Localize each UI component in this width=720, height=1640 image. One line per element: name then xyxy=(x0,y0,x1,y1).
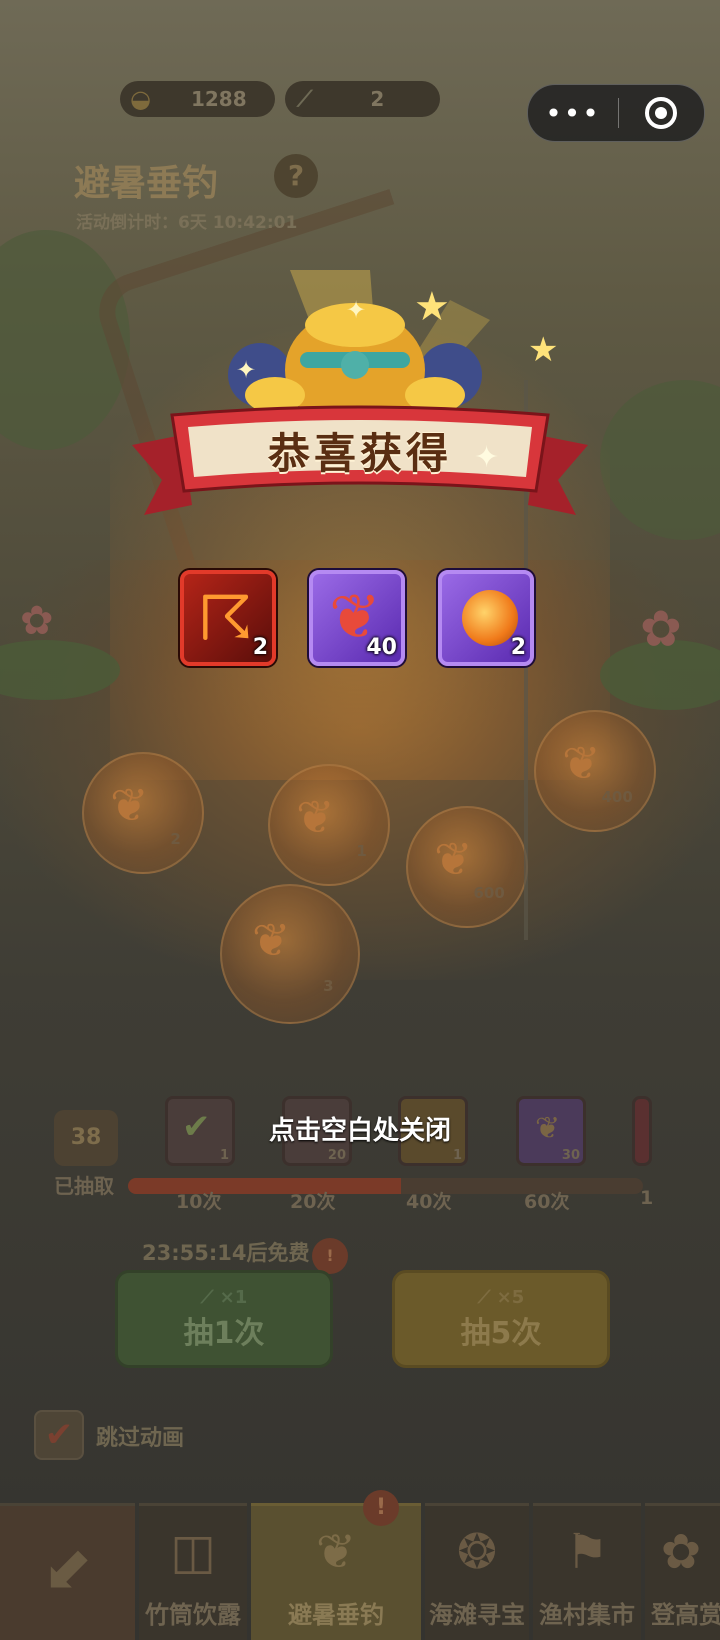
draw-one-button[interactable]: ⟋ ×1 抽1次 xyxy=(115,1270,333,1368)
milestone-label: 10次 xyxy=(176,1191,222,1213)
rod-amount: 2 xyxy=(370,87,385,111)
milestone-label: 60次 xyxy=(524,1191,570,1213)
skip-animation-label: 跳过动画 xyxy=(96,1426,185,1451)
help-button[interactable]: ? xyxy=(274,154,318,198)
reward-item-count: 2 xyxy=(510,635,526,660)
star-icon: ★ xyxy=(414,284,450,330)
lotus-flower-icon: ✿ xyxy=(640,600,682,658)
sparkle-icon: ✦ xyxy=(474,440,500,475)
close-miniprogram-button[interactable] xyxy=(619,96,703,130)
gold-ingot-icon: ◒ xyxy=(130,85,151,113)
fish-icon: ❦ xyxy=(561,735,601,790)
reward-count: 1 xyxy=(452,1148,462,1163)
reward-item[interactable]: ☈ 2 xyxy=(180,570,276,666)
tab-climb[interactable]: ✿ 登高赏 xyxy=(645,1503,720,1640)
progress-fill xyxy=(128,1178,401,1194)
fish-icon: ❦ xyxy=(295,789,335,844)
fish-icon: ❦ xyxy=(251,913,291,968)
free-timer: 23:55:14后免费 xyxy=(142,1241,310,1265)
flame-bow-icon: ☈ xyxy=(198,582,254,655)
alert-badge-icon: ! xyxy=(312,1238,348,1274)
draw-five-button[interactable]: ⟋ ×5 抽5次 xyxy=(392,1270,610,1368)
fish-bubble[interactable]: ❦ 1 xyxy=(268,764,390,886)
tab-label: 竹筒饮露 xyxy=(145,1601,241,1629)
fishing-rod-icon: ⟋ xyxy=(297,86,313,112)
reward-count: 1 xyxy=(219,1148,229,1163)
bubble-count: 2 xyxy=(170,830,181,849)
draw-one-label: 抽1次 xyxy=(183,1315,265,1351)
bamboo-cup-icon: ◫ xyxy=(170,1524,216,1580)
fish-bubble[interactable]: ❦ 3 xyxy=(220,884,360,1024)
tab-label: 渔村集市 xyxy=(539,1601,635,1629)
bubble-count: 3 xyxy=(323,976,334,995)
bubble-count: 600 xyxy=(473,884,505,903)
alert-badge-icon: ! xyxy=(363,1490,399,1526)
star-icon: ★ xyxy=(528,330,559,370)
tab-label: 登高赏 xyxy=(651,1601,720,1629)
event-title: 避暑垂钓 xyxy=(74,162,219,204)
skip-animation-checkbox[interactable]: ✔ xyxy=(34,1410,84,1460)
bubble-count: 400 xyxy=(601,788,633,807)
miniprogram-capsule: ••• xyxy=(527,84,705,142)
fishing-icon: ❦ xyxy=(315,1524,357,1580)
fish-icon: ❦ xyxy=(433,831,473,886)
reward-item[interactable]: 2 xyxy=(438,570,534,666)
reward-item-count: 40 xyxy=(366,635,397,660)
reward-item-count: 2 xyxy=(252,635,268,660)
more-button[interactable]: ••• xyxy=(528,97,618,130)
target-icon xyxy=(645,97,677,129)
reward-item[interactable]: ❦ 40 xyxy=(309,570,405,666)
dragon-orb-icon xyxy=(462,590,518,646)
draw-one-cost: ×1 xyxy=(219,1286,248,1308)
sparkle-icon: ✦ xyxy=(236,356,257,384)
tree-right xyxy=(600,380,720,540)
fish-bubble[interactable]: ❦ 400 xyxy=(534,710,656,832)
bubble-count: 1 xyxy=(356,842,367,861)
tab-fishing[interactable]: ❦ 避暑垂钓 ! xyxy=(251,1490,421,1640)
tab-label: 海滩寻宝 xyxy=(429,1601,525,1629)
game-screen[interactable]: ✿ ✿ ◒ 1288 ⟋ 2 避暑垂钓 ? 活动倒计时：6天 10:42:01 … xyxy=(0,0,720,1640)
fishing-rod-icon: ⟋ xyxy=(477,1286,497,1308)
shell-icon: ❂ xyxy=(456,1524,498,1580)
back-arrow-icon: ⬋ xyxy=(42,1534,93,1604)
milestone-label: 20次 xyxy=(290,1191,336,1213)
currency-amount: 1288 xyxy=(190,87,247,111)
milestone-label: 40次 xyxy=(406,1191,452,1213)
drawn-label: 已抽取 xyxy=(54,1174,114,1198)
tab-label: 避暑垂钓 xyxy=(288,1601,384,1629)
currency-pill[interactable]: ◒ 1288 xyxy=(120,81,275,117)
tab-bamboo[interactable]: ◫ 竹筒饮露 xyxy=(139,1503,247,1640)
more-dots-icon: ••• xyxy=(545,96,601,130)
tab-beach[interactable]: ❂ 海滩寻宝 xyxy=(425,1503,529,1640)
market-icon: ⚑ xyxy=(565,1524,609,1580)
reward-count: 30 xyxy=(561,1148,580,1163)
milestone-label: 1 xyxy=(640,1187,654,1209)
fish-icon: ❦ xyxy=(109,777,149,832)
lotus-flower-icon: ✿ xyxy=(20,598,54,644)
event-countdown: 活动倒计时：6天 10:42:01 xyxy=(76,213,298,233)
tab-market[interactable]: ⚑ 渔村集市 xyxy=(533,1503,641,1640)
draw-five-cost: ×5 xyxy=(496,1286,525,1308)
sparkle-icon: ✦ xyxy=(346,296,367,324)
fish-bubble[interactable]: ❦ 600 xyxy=(406,806,528,928)
rod-pill[interactable]: ⟋ 2 xyxy=(285,81,440,117)
fishing-rod-icon: ⟋ xyxy=(200,1286,220,1308)
lotus-icon: ✿ xyxy=(660,1524,702,1580)
reward-count: 20 xyxy=(327,1148,346,1163)
fish-bubble[interactable]: ❦ 2 xyxy=(82,752,204,874)
draw-five-label: 抽5次 xyxy=(460,1315,542,1351)
back-button[interactable]: ⬋ xyxy=(0,1503,135,1640)
close-hint[interactable]: 点击空白处关闭 xyxy=(0,1110,720,1147)
